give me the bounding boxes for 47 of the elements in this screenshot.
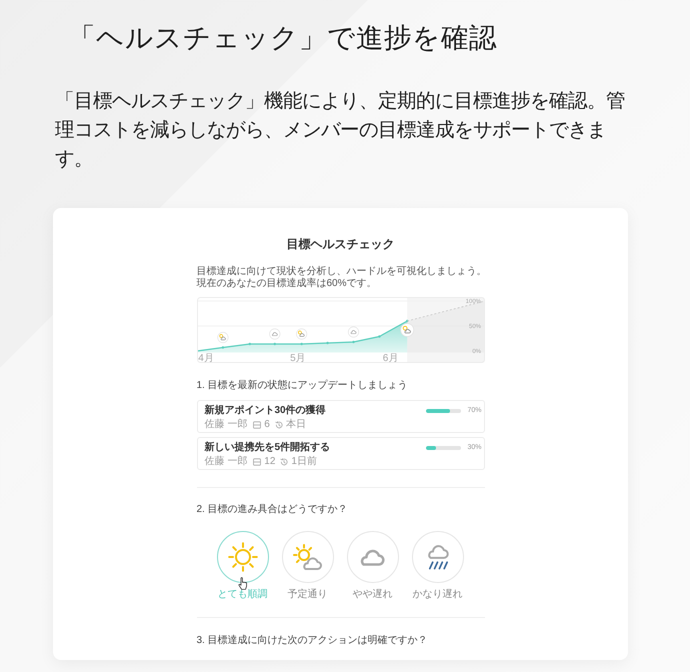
weather-option-button[interactable]	[412, 531, 464, 583]
intro-text: 現在のあなたの目標達成率は60%です。	[196, 278, 377, 290]
axis-label: 6月	[382, 353, 398, 363]
cloud-icon	[360, 548, 385, 566]
data-point	[378, 335, 380, 338]
count-label: 12	[264, 456, 276, 467]
owner-name: 佐藤 一郎	[204, 419, 248, 430]
intro-text: 目標達成に向けて現状を分析し、ハードルを可視化しましょう。	[196, 266, 486, 278]
cloud-icon	[348, 326, 358, 338]
page-heading: 「ヘルスチェック」で進捗を確認	[68, 21, 497, 55]
count-label: 6	[264, 419, 270, 430]
updated-label: 1日前	[291, 456, 317, 467]
sun-cloud-icon	[400, 323, 414, 337]
section-heading: 2. 目標の進み具合はどうですか？	[196, 504, 349, 516]
option-label: やや遅れ	[352, 589, 392, 601]
weather-option-button[interactable]	[346, 531, 398, 583]
weather-option-button[interactable]	[282, 531, 334, 583]
sun-cloud-icon	[216, 332, 228, 343]
updated-label: 本日	[286, 419, 306, 430]
data-point	[248, 342, 250, 346]
goal-title: 新規アポイント30件の獲得	[204, 405, 326, 417]
history-icon	[280, 458, 288, 466]
data-point	[352, 340, 354, 344]
section-heading: 1. 目標を最新の状態にアップデートしましょう	[196, 380, 409, 392]
option-label: とても順調	[218, 589, 268, 601]
history-icon	[274, 420, 283, 428]
owner-name: 佐藤 一郎	[204, 456, 248, 467]
data-point	[273, 342, 276, 346]
axis-label: 5月	[290, 353, 306, 363]
sun-cloud-icon	[292, 544, 322, 570]
data-point	[300, 342, 302, 346]
note-icon	[253, 420, 262, 428]
sun-cloud-icon	[296, 328, 307, 340]
sun-icon	[228, 542, 258, 572]
option-label: かなり遅れ	[412, 589, 462, 601]
note-icon	[253, 458, 262, 466]
data-point	[221, 346, 224, 349]
description-text: 「目標ヘルスチェック」機能により、定期的に目標進捗を確認。管理コストを減らしながら、メンバーの目標達成をサポートできます。	[55, 89, 626, 172]
hand-cursor-icon	[238, 577, 248, 590]
data-point	[406, 320, 408, 322]
cloud-icon	[268, 328, 280, 340]
goal-title: 新しい提携先を5件開拓する	[204, 442, 330, 454]
axis-label: 4月	[198, 353, 214, 363]
option-label: 予定通り	[288, 589, 328, 601]
data-point	[326, 342, 328, 344]
section-heading: 3. 目標達成に向けた次のアクションは明確ですか？	[196, 635, 429, 647]
card-title: 目標ヘルスチェック	[286, 236, 396, 252]
